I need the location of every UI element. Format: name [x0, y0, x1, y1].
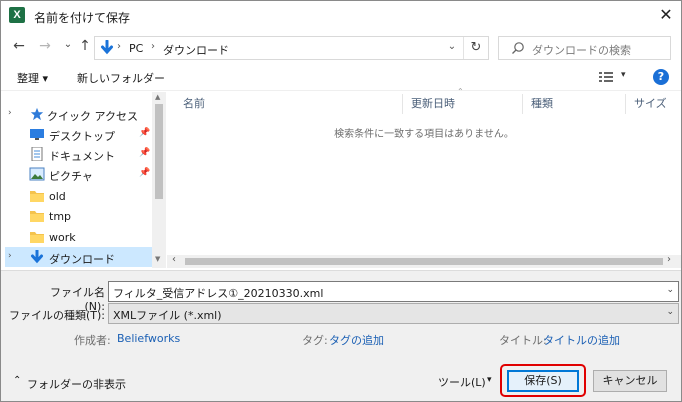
- sidebar-item-pictures[interactable]: ピクチャ 📌: [5, 164, 153, 184]
- document-icon: [31, 147, 43, 161]
- recent-locations-button[interactable]: ⌄: [60, 37, 76, 53]
- chevron-up-icon: ⌃: [13, 375, 22, 386]
- column-header-name[interactable]: 名前: [175, 94, 403, 114]
- window-title: 名前を付けて保存: [34, 11, 131, 25]
- scroll-right-icon[interactable]: ›: [667, 254, 671, 265]
- breadcrumb-separator: ›: [151, 41, 155, 52]
- up-button[interactable]: ↑: [77, 38, 93, 54]
- author-value[interactable]: Beliefworks: [117, 332, 180, 345]
- chevron-down-icon[interactable]: ⌄: [666, 307, 674, 317]
- file-list: 名前 更新日時 ⌃ 種類 サイズ 検索条件に一致する項目はありません。 ‹ ›: [167, 87, 681, 268]
- tags-label: タグ:: [302, 334, 328, 347]
- sidebar-item-label: クイック アクセス: [47, 110, 138, 123]
- save-button[interactable]: 保存(S): [507, 370, 579, 392]
- breadcrumb-downloads[interactable]: ダウンロード: [163, 42, 229, 58]
- search-icon: [512, 42, 524, 54]
- cancel-button[interactable]: キャンセル: [593, 370, 667, 392]
- picture-icon: [29, 167, 45, 181]
- sidebar-item-label: ダウンロード: [49, 253, 115, 266]
- breadcrumb-separator: ›: [117, 41, 121, 52]
- navigation-scrollbar[interactable]: ▲ ▼: [152, 92, 166, 268]
- view-dropdown[interactable]: ▾: [621, 70, 626, 80]
- pin-icon[interactable]: 📌: [139, 128, 150, 138]
- sidebar-item-label: work: [49, 231, 76, 244]
- back-button[interactable]: ←: [11, 38, 27, 54]
- navigation-pane: › クイック アクセス デスクトップ 📌 ドキュメント 📌 ピクチャ 📌 old…: [5, 92, 166, 268]
- refresh-button[interactable]: ↻: [463, 37, 488, 59]
- sidebar-item-quick-access[interactable]: › クイック アクセス: [5, 104, 153, 124]
- sort-caret-icon: ⌃: [457, 87, 464, 96]
- sidebar-item-label: デスクトップ: [49, 130, 115, 143]
- hide-folders-label: フォルダーの非表示: [27, 378, 126, 391]
- view-options-icon[interactable]: [599, 71, 613, 83]
- download-icon: [101, 40, 113, 55]
- title-bar: X 名前を付けて保存 ✕: [1, 1, 681, 31]
- expand-chevron-icon[interactable]: ›: [8, 251, 12, 261]
- folder-icon: [30, 232, 44, 243]
- forward-button[interactable]: →: [37, 38, 53, 54]
- sidebar-item-old[interactable]: old: [5, 186, 153, 206]
- save-options-panel: ファイル名(N): フィルタ_受信アドレス①_20210330.xml ⌄ ファ…: [1, 270, 681, 401]
- author-label: 作成者:: [74, 334, 111, 347]
- tools-dropdown-icon[interactable]: ▾: [487, 375, 492, 385]
- pin-icon[interactable]: 📌: [139, 148, 150, 158]
- folder-icon: [30, 211, 44, 222]
- tools-button[interactable]: ツール(L): [438, 374, 486, 390]
- download-icon: [31, 250, 43, 264]
- sidebar-item-label: ドキュメント: [49, 150, 115, 163]
- search-box[interactable]: ダウンロードの検索: [498, 36, 671, 60]
- navigation-bar: ← → ⌄ ↑ › PC › ダウンロード ⌄ ↻ ダウンロードの検索: [1, 31, 681, 63]
- star-icon: [30, 107, 44, 121]
- desktop-icon: [30, 129, 44, 140]
- filename-input[interactable]: フィルタ_受信アドレス①_20210330.xml ⌄: [108, 281, 679, 302]
- horizontal-scrollbar[interactable]: ‹ ›: [167, 254, 681, 268]
- scrollbar-thumb[interactable]: [185, 258, 663, 265]
- column-header-modified[interactable]: 更新日時: [403, 94, 523, 114]
- sidebar-item-desktop[interactable]: デスクトップ 📌: [5, 124, 153, 144]
- filetype-value: XMLファイル (*.xml): [113, 309, 222, 322]
- save-as-dialog: X 名前を付けて保存 ✕ ← → ⌄ ↑ › PC › ダウンロード ⌄ ↻ ダ…: [0, 0, 682, 402]
- sidebar-item-label: old: [49, 190, 66, 203]
- command-bar: 整理 ▾ 新しいフォルダー ▾ ?: [1, 63, 681, 91]
- scroll-left-icon[interactable]: ‹: [172, 254, 176, 265]
- breadcrumb-pc[interactable]: PC: [129, 42, 143, 55]
- address-bar[interactable]: › PC › ダウンロード ⌄ ↻: [94, 36, 489, 60]
- search-placeholder: ダウンロードの検索: [532, 44, 631, 57]
- scrollbar-thumb[interactable]: [155, 104, 163, 199]
- scroll-down-icon[interactable]: ▼: [155, 255, 160, 263]
- folder-icon: [30, 191, 44, 202]
- sidebar-item-label: ピクチャ: [49, 170, 93, 183]
- column-header-size[interactable]: サイズ: [626, 94, 681, 114]
- sidebar-item-documents[interactable]: ドキュメント 📌: [5, 144, 153, 164]
- address-history-dropdown[interactable]: ⌄: [445, 41, 459, 52]
- close-button[interactable]: ✕: [653, 4, 679, 26]
- filename-value: フィルタ_受信アドレス①_20210330.xml: [113, 287, 324, 300]
- scroll-up-icon[interactable]: ▲: [155, 93, 160, 101]
- new-folder-button[interactable]: 新しいフォルダー: [77, 70, 165, 86]
- tags-value[interactable]: タグの追加: [329, 332, 384, 348]
- sidebar-item-downloads[interactable]: › ダウンロード: [5, 247, 153, 267]
- title-value[interactable]: タイトルの追加: [543, 332, 620, 348]
- filetype-label: ファイルの種類(T):: [8, 309, 105, 322]
- empty-folder-message: 検索条件に一致する項目はありません。: [334, 129, 514, 140]
- sidebar-item-tmp[interactable]: tmp: [5, 206, 153, 226]
- column-header-type[interactable]: 種類: [523, 94, 626, 114]
- expand-chevron-icon[interactable]: ›: [8, 108, 12, 118]
- organize-button[interactable]: 整理 ▾: [17, 70, 48, 86]
- sidebar-item-label: tmp: [49, 210, 72, 223]
- filetype-select[interactable]: XMLファイル (*.xml) ⌄: [108, 303, 679, 324]
- help-icon[interactable]: ?: [653, 69, 669, 85]
- pin-icon[interactable]: 📌: [139, 168, 150, 178]
- title-label: タイトル:: [499, 334, 547, 347]
- chevron-down-icon[interactable]: ⌄: [666, 285, 674, 295]
- sidebar-item-work[interactable]: work: [5, 227, 153, 247]
- excel-icon: X: [9, 7, 25, 23]
